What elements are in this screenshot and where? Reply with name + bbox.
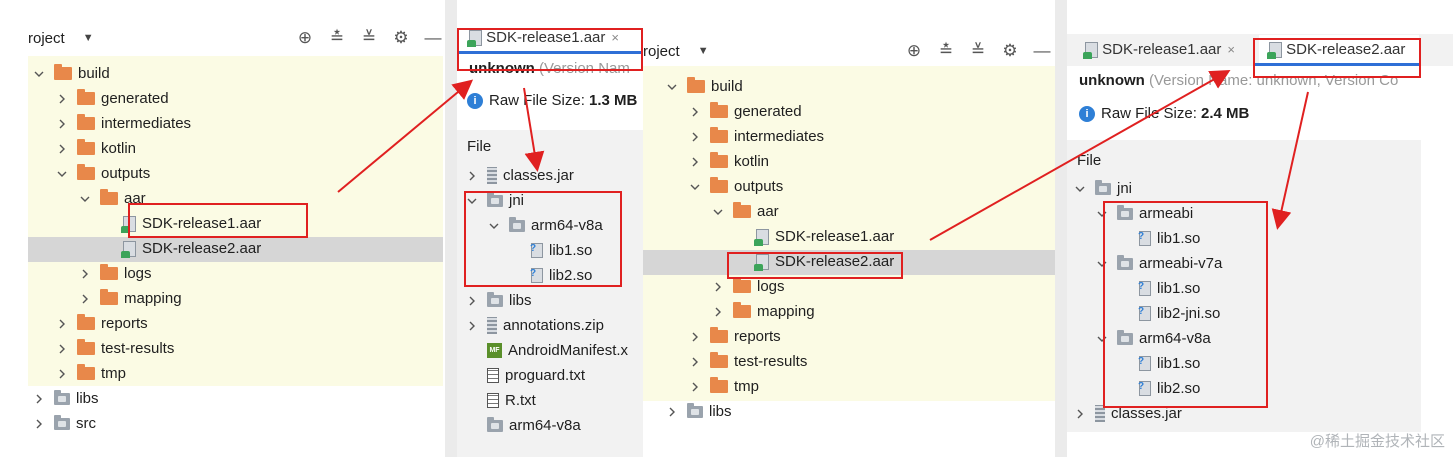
- arrow-to-tab1: [337, 79, 474, 193]
- arrow-to-tab2: [929, 70, 1231, 241]
- arrow-to-jni1: [523, 87, 545, 172]
- arrow-to-jni2: [1271, 91, 1309, 230]
- annotation-arrows: [337, 70, 1309, 241]
- watermark: @稀土掘金技术社区: [1309, 433, 1445, 450]
